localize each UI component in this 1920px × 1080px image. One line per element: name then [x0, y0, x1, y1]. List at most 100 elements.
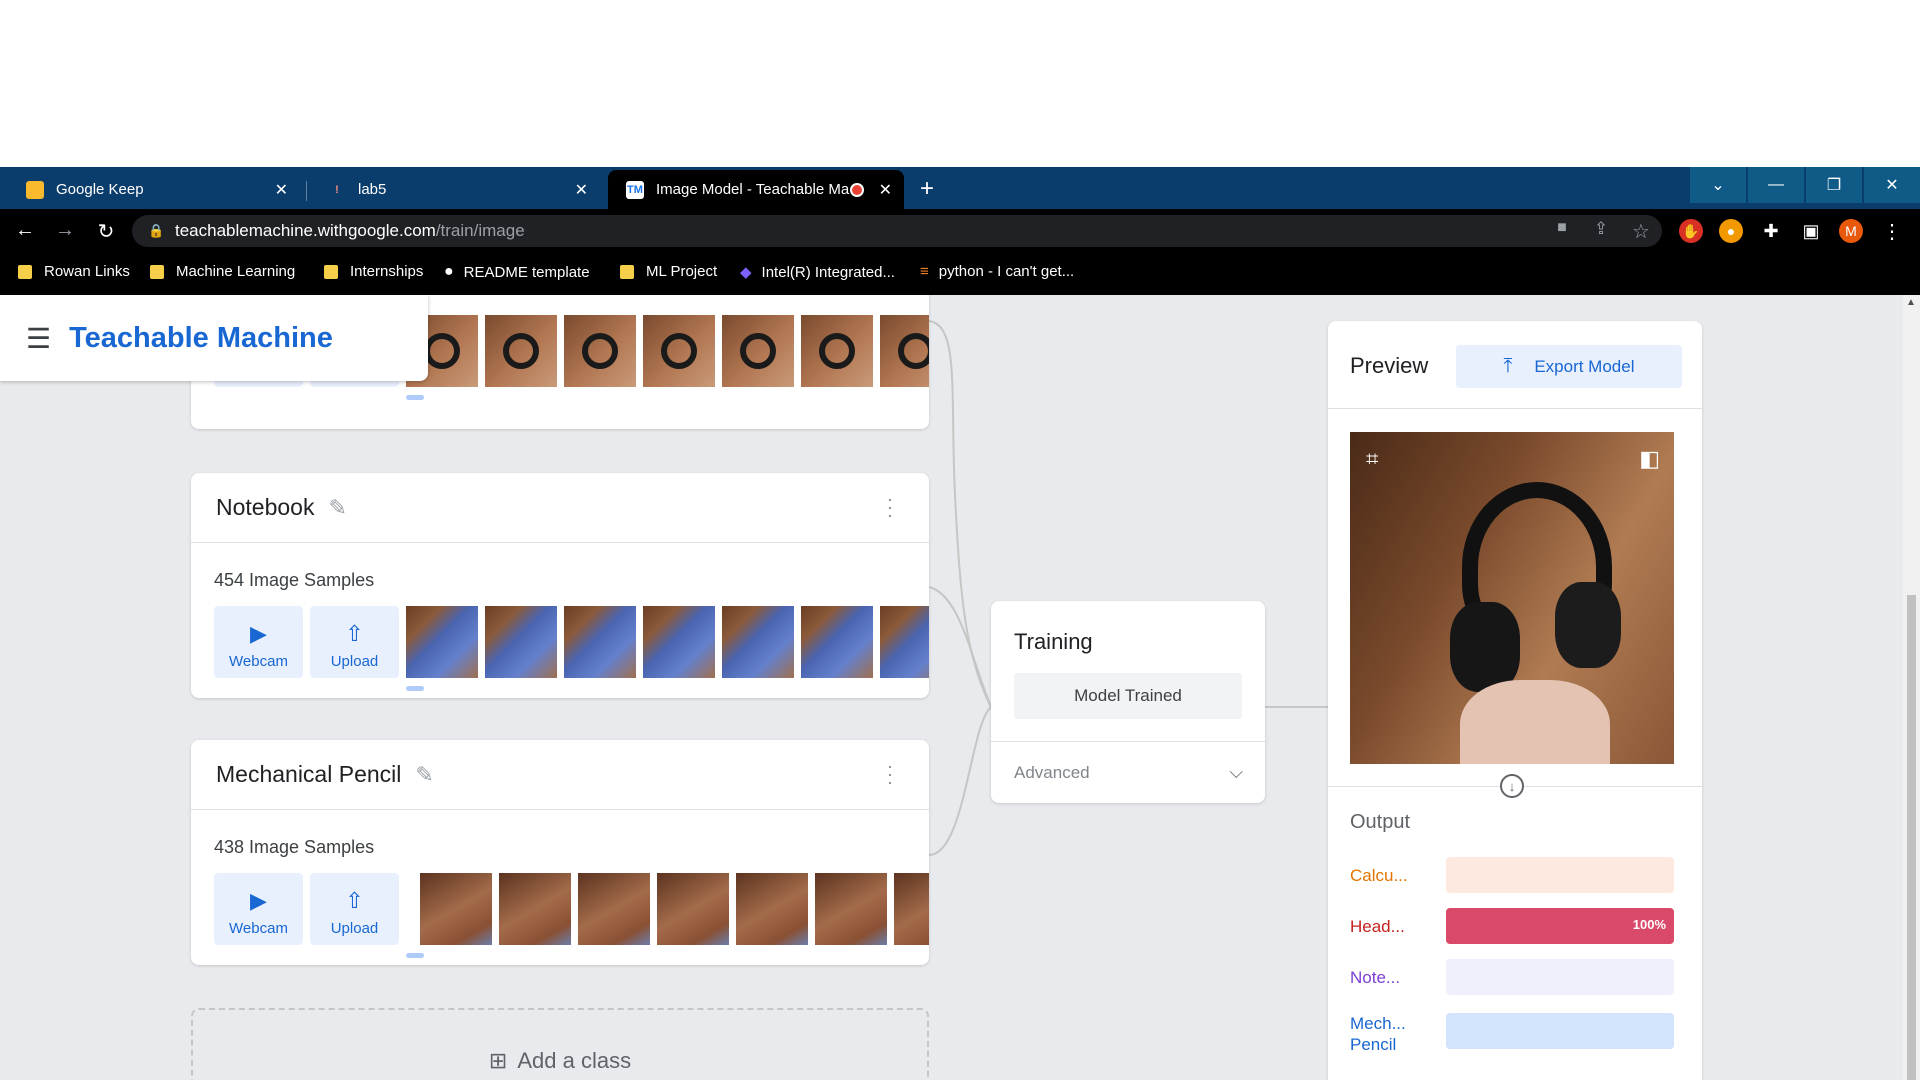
- sample-thumbnail[interactable]: [801, 315, 873, 387]
- reload-icon[interactable]: ↻: [94, 219, 118, 244]
- bookmark-label: Machine Learning: [176, 263, 296, 280]
- sample-count: 454 Image Samples: [214, 570, 375, 590]
- url-field[interactable]: 🔒 teachablemachine.withgoogle.com/train/…: [132, 215, 1662, 247]
- profile-avatar[interactable]: M: [1839, 219, 1863, 243]
- close-icon[interactable]: ✕: [275, 180, 288, 200]
- more-options-icon[interactable]: · · ·: [887, 490, 893, 524]
- close-icon[interactable]: ✕: [879, 180, 892, 200]
- sample-thumbnail[interactable]: [564, 606, 636, 678]
- restore-button[interactable]: ❐: [1806, 167, 1862, 203]
- class-name[interactable]: Notebook: [216, 494, 314, 521]
- upload-button[interactable]: ⇧ Upload: [310, 873, 399, 945]
- folder-icon: [150, 264, 164, 279]
- sample-thumbnail[interactable]: [815, 873, 887, 945]
- bookmark-machine-learning[interactable]: Machine Learning: [150, 263, 295, 280]
- sample-thumbnail[interactable]: [657, 873, 729, 945]
- bookmark-ml-project[interactable]: ML Project: [620, 263, 717, 280]
- new-tab-button[interactable]: +: [920, 175, 934, 203]
- close-window-button[interactable]: ✕: [1864, 167, 1920, 203]
- bookmark-label: Intel(R) Integrated...: [761, 263, 895, 281]
- sample-thumbnail[interactable]: [485, 315, 557, 387]
- bookmark-label: ML Project: [646, 263, 718, 280]
- sample-thumbnail[interactable]: [736, 873, 808, 945]
- class-card-mechanical-pencil: Mechanical Pencil ✎ · · · 438 Image Sample…: [191, 740, 929, 965]
- sample-thumbnail[interactable]: [894, 873, 929, 945]
- scroll-indicator[interactable]: [406, 953, 424, 958]
- forward-icon[interactable]: →: [53, 219, 77, 242]
- scroll-indicator[interactable]: [406, 686, 424, 691]
- sample-thumbnail[interactable]: [578, 873, 650, 945]
- side-panel-icon[interactable]: ▣: [1799, 219, 1823, 243]
- tab-title: lab5: [358, 181, 387, 198]
- bookmark-rowan-links[interactable]: Rowan Links: [18, 263, 130, 280]
- sample-thumbnail[interactable]: [564, 315, 636, 387]
- webcam-button[interactable]: ▶ Webcam: [214, 606, 303, 678]
- bookmark-internships[interactable]: Internships: [324, 263, 423, 280]
- scrollbar-thumb[interactable]: [1907, 595, 1916, 1080]
- advanced-toggle[interactable]: Advanced ⌵: [991, 741, 1265, 803]
- app-header: ☰ Teachable Machine: [0, 295, 428, 381]
- scroll-indicator[interactable]: [406, 395, 424, 400]
- sample-thumbnail[interactable]: [722, 315, 794, 387]
- folder-icon: [324, 264, 338, 279]
- sample-thumbnail[interactable]: [722, 606, 794, 678]
- bookmark-intel[interactable]: ◆ Intel(R) Integrated...: [740, 263, 895, 282]
- sample-thumbnail[interactable]: [643, 315, 715, 387]
- sample-thumbnail[interactable]: [420, 873, 492, 945]
- class-name[interactable]: Mechanical Pencil: [216, 761, 401, 788]
- tab-lab5[interactable]: ! lab5 ✕: [310, 170, 600, 209]
- output-label-line1: Mech...: [1350, 1014, 1406, 1033]
- edit-pencil-icon[interactable]: ✎: [328, 495, 346, 521]
- folder-icon: [18, 264, 32, 279]
- card-header: Mechanical Pencil ✎ · · ·: [191, 740, 929, 810]
- bookmark-readme-template[interactable]: ● README template: [444, 263, 590, 281]
- sample-thumbnail[interactable]: [499, 873, 571, 945]
- sample-thumbnail[interactable]: [880, 606, 929, 678]
- bookmark-python[interactable]: ≡ python - I can't get...: [920, 263, 1074, 280]
- hamburger-menu-icon[interactable]: ☰: [26, 322, 51, 355]
- flip-icon[interactable]: ◧: [1639, 446, 1660, 472]
- sample-thumbnail[interactable]: [485, 606, 557, 678]
- add-class-button[interactable]: ⊞ Add a class: [191, 1008, 929, 1080]
- bookmark-star-icon[interactable]: ☆: [1629, 219, 1653, 244]
- sample-thumbnail[interactable]: [406, 606, 478, 678]
- confidence-bar: [1446, 1013, 1674, 1049]
- sample-thumbnail[interactable]: [880, 315, 929, 387]
- webcam-preview: ⌗ ◧: [1350, 432, 1674, 764]
- share-icon[interactable]: ⇪: [1589, 219, 1613, 239]
- sample-thumbnail[interactable]: [801, 606, 873, 678]
- google-keep-icon: [26, 180, 44, 199]
- tab-google-keep[interactable]: Google Keep ✕: [8, 170, 300, 209]
- page-scrollbar[interactable]: ▲: [1903, 295, 1920, 1080]
- train-model-button[interactable]: Model Trained: [1014, 673, 1242, 719]
- address-bar: ← → ↻ 🔒 teachablemachine.withgoogle.com /…: [0, 209, 1920, 253]
- tab-image-model[interactable]: TM Image Model - Teachable Ma ✕: [608, 170, 904, 209]
- training-panel: Training Model Trained Advanced ⌵: [991, 601, 1265, 803]
- camera-icon[interactable]: ■: [1550, 219, 1574, 237]
- brand-title[interactable]: Teachable Machine: [69, 322, 333, 355]
- output-label: Calcu...: [1350, 866, 1408, 885]
- lab5-favicon-icon: !: [335, 183, 339, 196]
- extension-honey-icon[interactable]: ●: [1719, 219, 1743, 243]
- edit-pencil-icon[interactable]: ✎: [415, 762, 433, 788]
- confidence-bar: 100%: [1446, 908, 1674, 944]
- more-options-icon[interactable]: · · ·: [887, 757, 893, 791]
- close-icon[interactable]: ✕: [575, 180, 588, 200]
- tab-search-button[interactable]: ⌄: [1690, 167, 1746, 203]
- tab-title: Image Model - Teachable Ma: [656, 181, 850, 198]
- scroll-up-arrow-icon[interactable]: ▲: [1906, 297, 1916, 308]
- upload-button[interactable]: ⇧ Upload: [310, 606, 399, 678]
- extension-adblock-icon[interactable]: ✋: [1679, 219, 1703, 243]
- back-icon[interactable]: ←: [13, 219, 37, 242]
- webcam-button[interactable]: ▶ Webcam: [214, 873, 303, 945]
- output-label: Mech... Pencil: [1350, 1013, 1430, 1055]
- sample-thumbnail[interactable]: [643, 606, 715, 678]
- hand-image: [1460, 680, 1610, 764]
- minimize-button[interactable]: —: [1748, 167, 1804, 203]
- bookmark-label: python - I can't get...: [938, 263, 1075, 280]
- export-model-button[interactable]: ⤒ Export Model: [1456, 345, 1682, 388]
- url-path: /train/image: [435, 221, 525, 240]
- extensions-puzzle-icon[interactable]: ✚: [1759, 219, 1783, 243]
- menu-kebab-icon[interactable]: ⋮: [1880, 219, 1904, 244]
- crop-icon[interactable]: ⌗: [1366, 446, 1378, 472]
